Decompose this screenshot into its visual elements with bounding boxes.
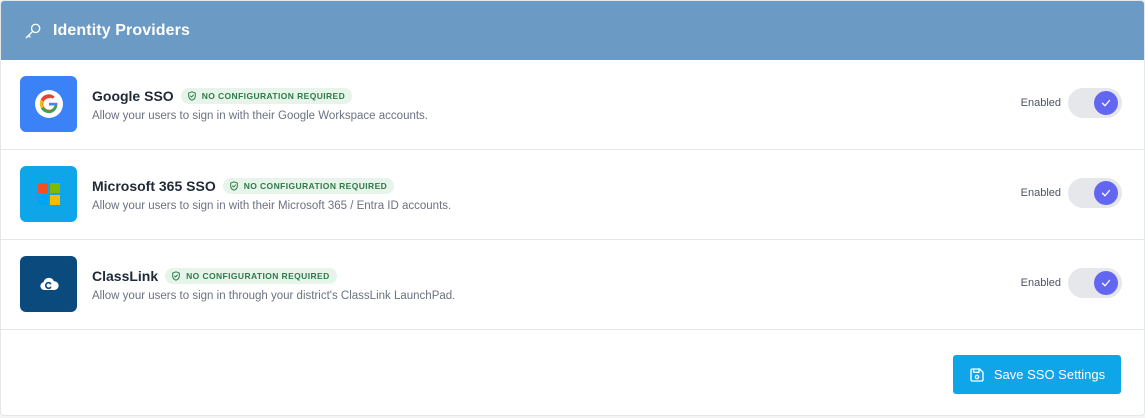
provider-description: Allow your users to sign in through your… <box>92 290 456 302</box>
google-icon <box>34 89 64 119</box>
provider-info: Microsoft 365 SSO NO CONFIGURATION REQUI… <box>92 177 451 212</box>
toggle-label: Enabled <box>1020 187 1061 199</box>
provider-name: Microsoft 365 SSO <box>92 178 216 194</box>
check-icon <box>1100 187 1112 199</box>
provider-name: ClassLink <box>92 268 159 284</box>
toggle-knob <box>1094 181 1118 205</box>
badge-label: NO CONFIGURATION REQUIRED <box>243 181 388 191</box>
google-logo <box>20 76 77 132</box>
provider-description: Allow your users to sign in with their G… <box>92 110 428 122</box>
microsoft-logo <box>20 166 77 222</box>
shield-check-icon <box>187 91 197 101</box>
status-badge: NO CONFIGURATION REQUIRED <box>222 178 395 194</box>
provider-info: ClassLink NO CONFIGURATION REQUIRED Allo… <box>92 267 455 302</box>
shield-check-icon <box>229 181 239 191</box>
google-sso-toggle[interactable] <box>1068 88 1122 118</box>
enable-toggle-group: Enabled <box>1021 268 1122 298</box>
status-badge: NO CONFIGURATION REQUIRED <box>180 88 353 104</box>
microsoft-sso-toggle[interactable] <box>1068 178 1122 208</box>
check-icon <box>1100 97 1112 109</box>
toggle-knob <box>1094 91 1118 115</box>
check-icon <box>1100 277 1112 289</box>
provider-info: Google SSO NO CONFIGURATION REQUIRED All… <box>92 87 428 122</box>
classlink-icon <box>39 277 59 291</box>
toggle-knob <box>1094 271 1118 295</box>
toggle-label: Enabled <box>1020 277 1061 289</box>
badge-label: NO CONFIGURATION REQUIRED <box>201 91 346 101</box>
provider-name: Google SSO <box>92 88 174 104</box>
key-icon <box>24 21 44 41</box>
classlink-sso-toggle[interactable] <box>1068 268 1122 298</box>
panel-title: Identity Providers <box>53 21 190 39</box>
provider-row-classlink: ClassLink NO CONFIGURATION REQUIRED Allo… <box>1 240 1144 330</box>
status-badge: NO CONFIGURATION REQUIRED <box>165 268 337 284</box>
shield-check-icon <box>171 271 181 281</box>
panel-header: Identity Providers <box>1 1 1144 60</box>
provider-row-google: Google SSO NO CONFIGURATION REQUIRED All… <box>1 60 1144 150</box>
microsoft-icon <box>37 183 60 205</box>
panel-footer: Save SSO Settings <box>1 330 1144 415</box>
save-sso-settings-button[interactable]: Save SSO Settings <box>953 355 1121 394</box>
enable-toggle-group: Enabled <box>1021 178 1122 208</box>
provider-row-microsoft: Microsoft 365 SSO NO CONFIGURATION REQUI… <box>1 150 1144 240</box>
identity-providers-panel: Identity Providers Google SSO NO CONFIGU… <box>0 0 1145 416</box>
toggle-label: Enabled <box>1020 97 1061 109</box>
classlink-logo <box>20 256 77 312</box>
save-button-label: Save SSO Settings <box>993 367 1106 382</box>
enable-toggle-group: Enabled <box>1021 88 1122 118</box>
save-icon <box>969 367 985 383</box>
provider-description: Allow your users to sign in with their M… <box>92 200 452 212</box>
badge-label: NO CONFIGURATION REQUIRED <box>186 271 330 281</box>
